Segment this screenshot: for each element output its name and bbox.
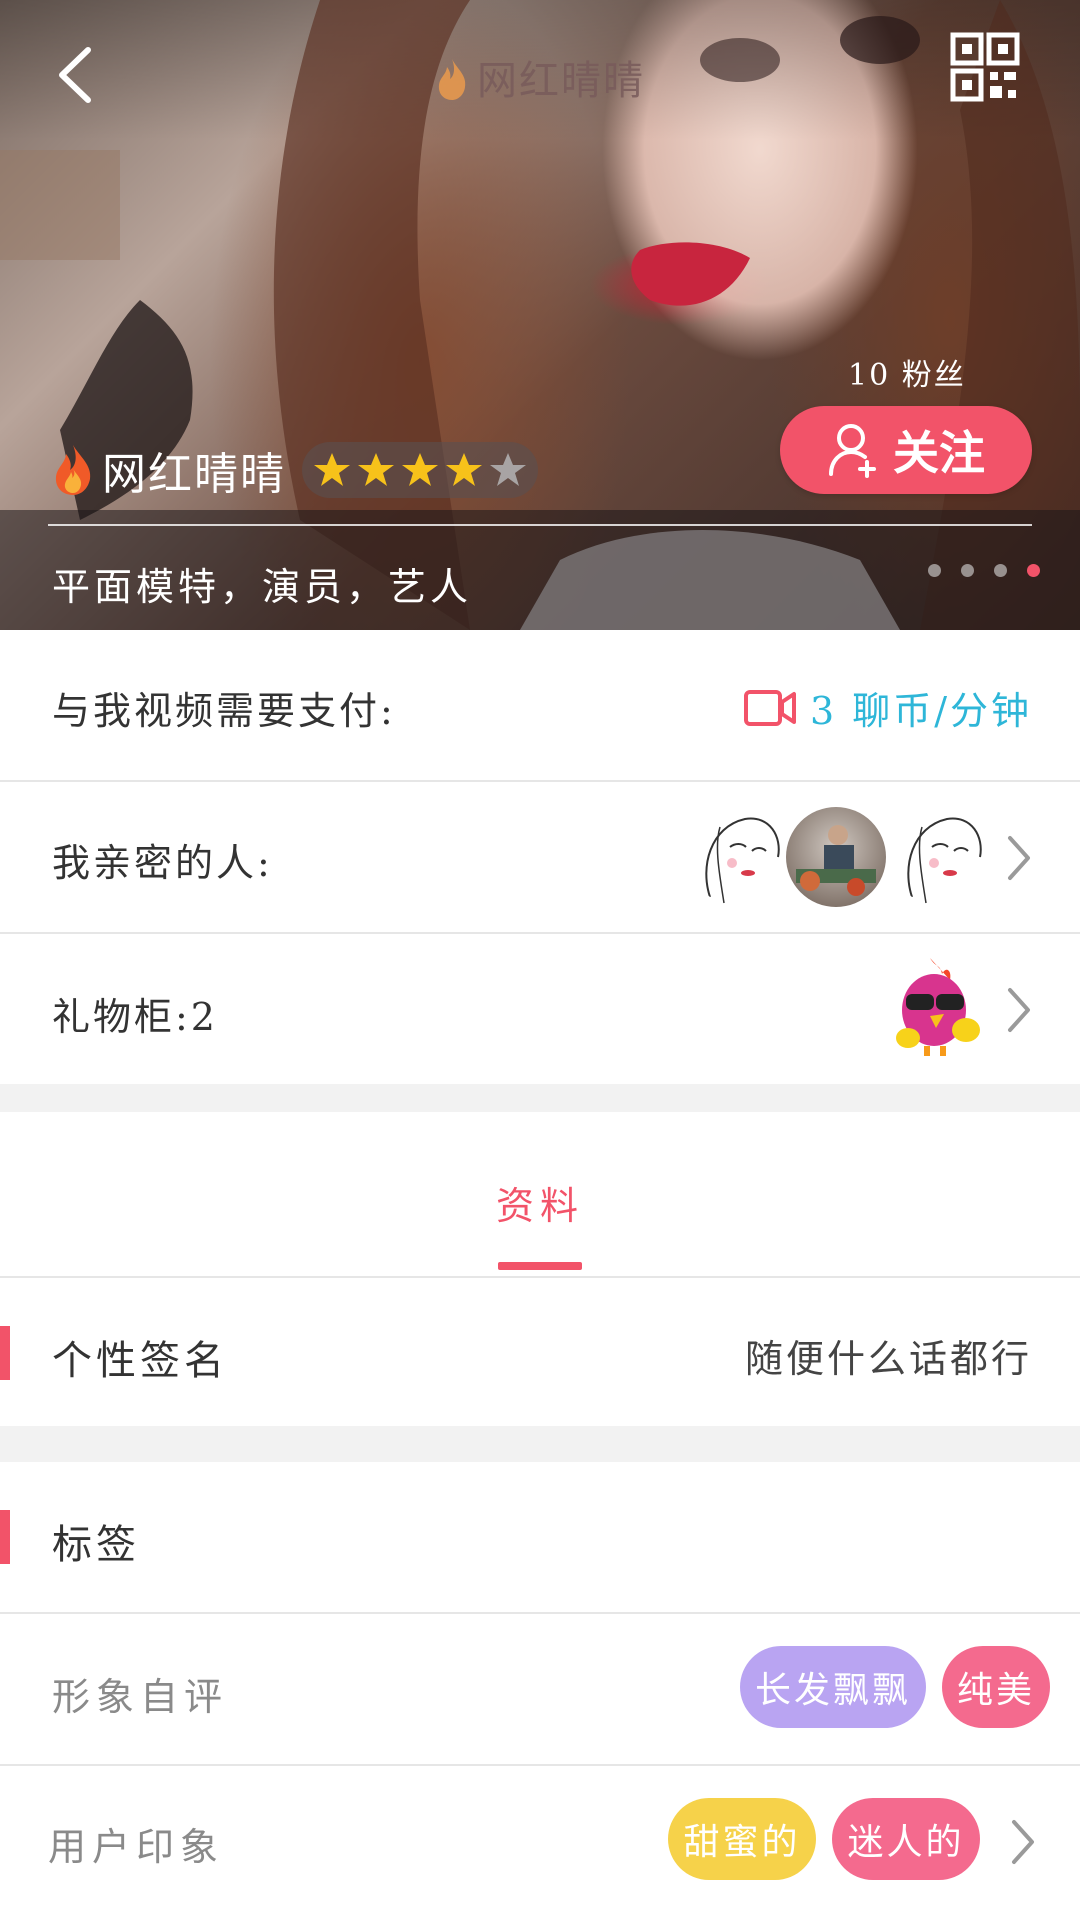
qr-code-icon: [950, 32, 1020, 102]
signature-title: 个性签名: [52, 1338, 228, 1384]
intimate-label: 我亲密的人:: [52, 841, 273, 885]
tag-text: 甜蜜的: [683, 1822, 801, 1863]
star-rating: [302, 442, 538, 498]
signature-row: 个性签名 随便什么话都行: [0, 1278, 1080, 1426]
section-accent-bar: [0, 1510, 10, 1564]
video-price: 3 聊币/分钟: [743, 680, 1032, 735]
carousel-dot[interactable]: [961, 564, 974, 577]
star-filled-icon: [358, 453, 394, 486]
tag-text: 长发飘飘: [754, 1670, 911, 1711]
carousel-dot-active[interactable]: [1027, 564, 1040, 577]
sketch-portrait-image: [705, 817, 780, 904]
page-title-text: 网红晴晴: [477, 58, 645, 104]
flame-icon: [55, 445, 91, 495]
name-row: 网红晴晴: [52, 440, 538, 500]
add-user-icon: [829, 424, 876, 478]
user-impression-label: 用户印象: [48, 1825, 225, 1869]
self-eval-label: 形象自评: [52, 1675, 229, 1719]
carousel-indicator[interactable]: [928, 564, 1040, 577]
user-photo-image: [796, 825, 876, 896]
section-accent-bar: [0, 1326, 10, 1380]
profile-name: 网红晴晴: [102, 449, 286, 500]
intimate-row[interactable]: 我亲密的人:: [0, 782, 1080, 934]
section-gap: [0, 1084, 1080, 1112]
tab-profile[interactable]: 资料: [0, 1175, 1080, 1230]
self-eval-tag: 长发飘飘: [740, 1646, 926, 1728]
user-impression-tag: 甜蜜的: [668, 1798, 816, 1880]
user-impression-tag: 迷人的: [832, 1798, 980, 1880]
tab-active-indicator: [498, 1262, 582, 1270]
video-camera-icon: [743, 689, 796, 726]
flame-icon: [435, 57, 469, 111]
follow-label: 关注: [893, 426, 985, 480]
avatar[interactable]: [786, 807, 886, 907]
signature-value: 随便什么话都行: [744, 1337, 1032, 1381]
star-filled-icon: [446, 453, 482, 486]
chevron-right-icon: [1008, 836, 1030, 880]
carousel-dot[interactable]: [928, 564, 941, 577]
self-eval-tag: 纯美: [942, 1646, 1050, 1728]
user-impression-row[interactable]: 用户印象 甜蜜的 迷人的: [0, 1766, 1080, 1920]
tag-text: 迷人的: [847, 1822, 965, 1863]
gift-rooster-image: [896, 958, 980, 1056]
hero-divider: [48, 524, 1032, 526]
page-title: 网红晴晴: [0, 48, 1080, 111]
carousel-dot[interactable]: [994, 564, 1007, 577]
avatar[interactable]: [690, 807, 790, 907]
qr-code-button[interactable]: [950, 32, 1020, 102]
star-filled-icon: [314, 453, 350, 486]
gift-cabinet-row[interactable]: 礼物柜:2: [0, 934, 1080, 1084]
tags-header-row: 标签: [0, 1462, 1080, 1614]
tag-text: 纯美: [956, 1670, 1035, 1711]
profile-hero: 网红晴晴 10 粉丝 关注 网红晴晴 平面模特，演员，艺人: [0, 0, 1080, 630]
tags-title: 标签: [52, 1522, 140, 1568]
chevron-right-icon: [1008, 988, 1030, 1032]
section-gap: [0, 1426, 1080, 1462]
self-eval-row: 形象自评 长发飘飘 纯美: [0, 1614, 1080, 1766]
avatar[interactable]: [892, 807, 992, 907]
video-price-row: 与我视频需要支付: 3 聊币/分钟: [0, 630, 1080, 782]
video-price-value: 3 聊币/分钟: [809, 689, 1032, 733]
star-empty-icon: [490, 453, 526, 486]
follow-button[interactable]: 关注: [780, 406, 1032, 494]
profession-text: 平面模特，演员，艺人: [52, 565, 473, 609]
gift-cabinet-label: 礼物柜:2: [52, 995, 218, 1039]
star-filled-icon: [402, 453, 438, 486]
chevron-right-icon: [1012, 1820, 1034, 1864]
sketch-portrait-image: [907, 817, 982, 904]
fans-count: 10 粉丝: [848, 358, 966, 393]
video-price-label: 与我视频需要支付:: [52, 689, 396, 733]
